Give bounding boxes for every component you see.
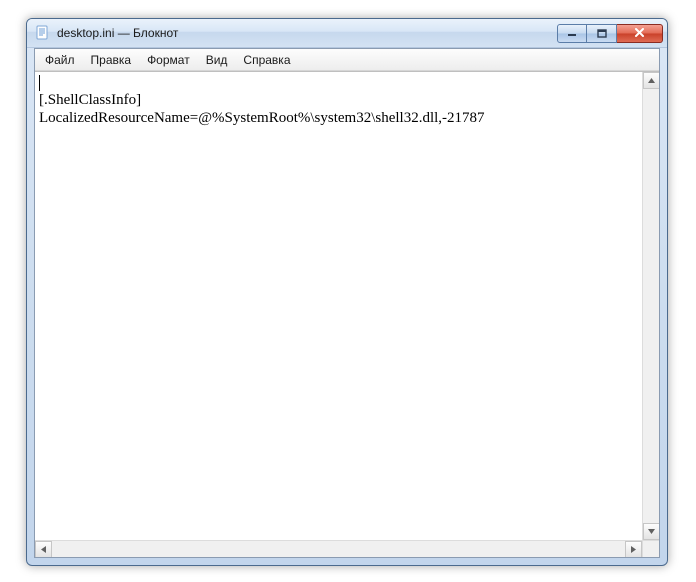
menu-help[interactable]: Справка [235,49,298,70]
menu-format[interactable]: Формат [139,49,198,70]
maximize-icon [597,29,607,38]
window-title: desktop.ini — Блокнот [57,26,557,40]
minimize-icon [567,29,577,37]
titlebar[interactable]: desktop.ini — Блокнот [27,19,667,48]
scroll-down-button[interactable] [643,523,659,540]
text-editor[interactable]: [.ShellClassInfo] LocalizedResourceName=… [35,72,642,540]
maximize-button[interactable] [587,24,617,43]
minimize-button[interactable] [557,24,587,43]
editor-container: [.ShellClassInfo] LocalizedResourceName=… [35,71,659,557]
close-button[interactable] [617,24,663,43]
notepad-icon [35,25,51,41]
scroll-up-button[interactable] [643,72,659,89]
horizontal-scrollbar[interactable] [35,540,642,557]
menu-edit[interactable]: Правка [83,49,140,70]
close-icon [634,28,645,38]
notepad-window: desktop.ini — Блокнот Файл [26,18,668,566]
scroll-left-button[interactable] [35,541,52,557]
scroll-right-button[interactable] [625,541,642,557]
vertical-scrollbar[interactable] [642,72,659,540]
chevron-left-icon [41,546,46,553]
window-controls [557,24,663,43]
horizontal-scroll-track[interactable] [52,541,625,557]
text-caret [39,75,40,91]
scroll-corner [642,540,659,557]
vertical-scroll-track[interactable] [643,89,659,523]
menu-view[interactable]: Вид [198,49,236,70]
menubar: Файл Правка Формат Вид Справка [35,49,659,71]
client-area: Файл Правка Формат Вид Справка [.ShellCl… [34,48,660,558]
chevron-down-icon [648,529,655,534]
menu-file[interactable]: Файл [37,49,83,70]
chevron-right-icon [631,546,636,553]
chevron-up-icon [648,78,655,83]
